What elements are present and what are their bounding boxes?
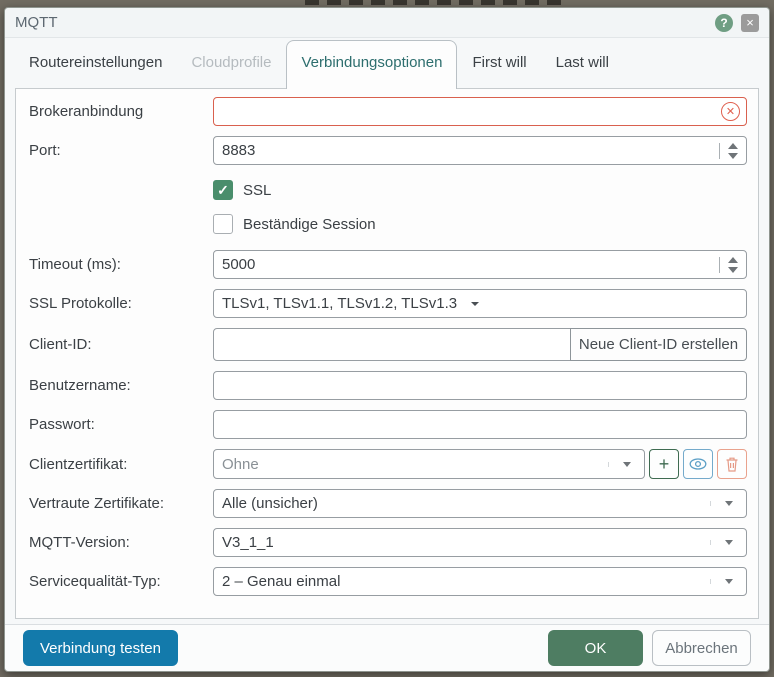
port-spinner[interactable]: [719, 142, 746, 159]
dropdown-caret-button[interactable]: [710, 540, 746, 545]
timeout-spinner[interactable]: [719, 256, 746, 273]
trash-icon: [726, 457, 738, 472]
ok-button[interactable]: OK: [548, 630, 643, 666]
username-label: Benutzername:: [29, 377, 131, 394]
dialog-title: MQTT: [15, 14, 58, 31]
background-page: [305, 0, 565, 5]
chevron-down-icon: [724, 579, 733, 584]
tab-bar: Routereinstellungen Cloudprofile Verbind…: [5, 38, 769, 89]
broker-row: Brokeranbindung ✕: [29, 97, 747, 126]
username-input[interactable]: [214, 372, 746, 399]
broker-label: Brokeranbindung: [29, 103, 144, 120]
dropdown-caret-button[interactable]: [608, 461, 644, 467]
ssl-label: SSL: [243, 181, 272, 199]
qos-dropdown[interactable]: 2 – Genau einmal: [213, 567, 747, 596]
tab-last-will[interactable]: Last will: [556, 54, 609, 88]
delete-certificate-button[interactable]: [717, 449, 747, 479]
trusted-certs-label: Vertraute Zertifikate:: [29, 495, 165, 512]
dialog-footer: Verbindung testen OK Abbrechen: [5, 624, 769, 671]
client-id-row: Client-ID: Neue Client-ID erstellen: [29, 328, 747, 361]
client-cert-value: Ohne: [222, 455, 259, 473]
qos-row: Servicequalität-Typ: 2 – Genau einmal: [29, 567, 747, 596]
session-row: ✓ Beständige Session: [29, 214, 747, 234]
chevron-down-icon: [724, 501, 733, 506]
clear-error-icon[interactable]: ✕: [721, 102, 740, 121]
trusted-certs-value: Alle (unsicher): [222, 495, 318, 512]
trusted-certs-row: Vertraute Zertifikate: Alle (unsicher): [29, 489, 747, 518]
spinner-up-icon[interactable]: [728, 142, 738, 149]
session-checkbox[interactable]: ✓: [213, 214, 233, 234]
password-label: Passwort:: [29, 416, 95, 433]
spinner-down-icon[interactable]: [728, 266, 738, 273]
view-certificate-button[interactable]: [683, 449, 713, 479]
new-client-id-button[interactable]: Neue Client-ID erstellen: [570, 328, 747, 361]
tab-routereinstellungen[interactable]: Routereinstellungen: [29, 54, 162, 88]
help-icon[interactable]: ?: [715, 13, 733, 32]
client-cert-dropdown[interactable]: Ohne: [213, 449, 645, 479]
password-input[interactable]: [214, 411, 746, 438]
client-cert-label: Clientzertifikat:: [29, 455, 128, 473]
tab-verbindungsoptionen[interactable]: Verbindungsoptionen: [286, 40, 458, 89]
broker-input[interactable]: [214, 98, 721, 125]
add-certificate-button[interactable]: +: [649, 449, 679, 479]
client-id-input[interactable]: [214, 329, 570, 360]
dropdown-caret-button[interactable]: [710, 579, 746, 584]
chevron-down-icon: [724, 540, 733, 545]
session-label: Beständige Session: [243, 215, 376, 233]
qos-value: 2 – Genau einmal: [222, 573, 341, 590]
chevron-down-icon: [471, 301, 480, 306]
mqtt-version-value: V3_1_1: [222, 534, 274, 551]
protocols-value: TLSv1, TLSv1.1, TLSv1.2, TLSv1.3: [222, 295, 458, 312]
mqtt-version-row: MQTT-Version: V3_1_1: [29, 528, 747, 557]
test-connection-button[interactable]: Verbindung testen: [23, 630, 178, 666]
close-icon[interactable]: ×: [741, 13, 759, 32]
port-input[interactable]: [214, 137, 719, 164]
client-id-label: Client-ID:: [29, 336, 92, 353]
spinner-up-icon[interactable]: [728, 256, 738, 263]
qos-label: Servicequalität-Typ:: [29, 573, 161, 590]
settings-panel: Brokeranbindung ✕ Port: 8883 ✓ SSL Bestä…: [15, 88, 759, 619]
password-row: Passwort:: [29, 410, 747, 439]
tab-cloudprofile: Cloudprofile: [191, 54, 272, 71]
chevron-down-icon: [622, 461, 631, 467]
timeout-label: Timeout (ms):: [29, 256, 121, 273]
dialog-titlebar: MQTT ? ×: [5, 8, 769, 38]
port-row: Port:: [29, 136, 747, 165]
spinner-down-icon[interactable]: [728, 152, 738, 159]
eye-icon: [689, 458, 707, 470]
protocols-row: SSL Protokolle: TLSv1, TLSv1.1, TLSv1.2,…: [29, 289, 747, 318]
dropdown-caret-button[interactable]: [710, 501, 746, 506]
check-icon: ✓: [217, 181, 229, 198]
client-cert-row: Clientzertifikat: Ohne +: [29, 449, 747, 479]
tab-first-will[interactable]: First will: [472, 54, 526, 88]
timeout-input[interactable]: [214, 251, 719, 278]
port-label: Port:: [29, 142, 61, 159]
protocols-dropdown[interactable]: TLSv1, TLSv1.1, TLSv1.2, TLSv1.3: [213, 289, 747, 318]
timeout-row: Timeout (ms):: [29, 250, 747, 279]
ssl-checkbox[interactable]: ✓: [213, 180, 233, 200]
username-row: Benutzername:: [29, 371, 747, 400]
mqtt-dialog: MQTT ? × Routereinstellungen Cloudprofil…: [4, 7, 770, 672]
mqtt-version-label: MQTT-Version:: [29, 534, 130, 551]
cancel-button[interactable]: Abbrechen: [652, 630, 751, 666]
mqtt-version-dropdown[interactable]: V3_1_1: [213, 528, 747, 557]
ssl-row: ✓ SSL: [29, 180, 747, 200]
protocols-label: SSL Protokolle:: [29, 295, 132, 312]
trusted-certs-dropdown[interactable]: Alle (unsicher): [213, 489, 747, 518]
